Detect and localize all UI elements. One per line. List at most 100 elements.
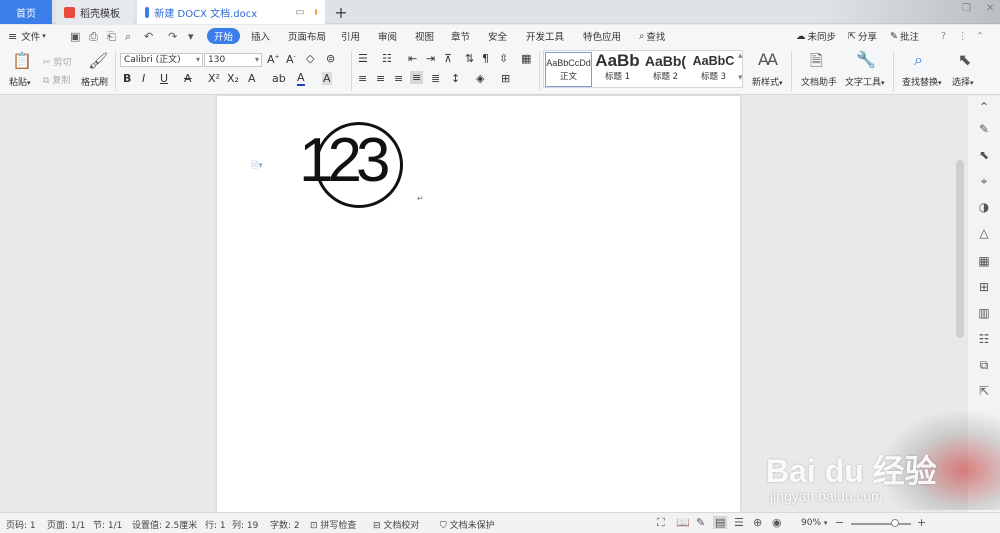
document-page[interactable]: 🗎▾ 123 ↵ <box>217 96 740 512</box>
menu-page-layout[interactable]: 页面布局 <box>288 28 326 44</box>
save-icon[interactable]: ▣ <box>70 30 80 43</box>
copy-button[interactable]: ⧉ 复制 <box>43 73 70 86</box>
style-heading-1[interactable]: AaBb 标题 1 <box>594 52 641 87</box>
cursor-select-icon[interactable]: ⬉ <box>958 50 971 69</box>
menu-search[interactable]: ⌕ 查找 <box>639 28 665 44</box>
collapse-panel-icon[interactable]: ⌃ <box>977 100 991 114</box>
distributed-icon[interactable]: ≣ <box>431 72 440 85</box>
font-color-icon[interactable]: A <box>297 72 305 86</box>
shapes-icon[interactable]: ◑ <box>977 200 991 214</box>
menu-insert[interactable]: 插入 <box>251 28 270 44</box>
location-pin-icon[interactable]: ⌖ <box>977 174 991 189</box>
zoom-level[interactable]: 90% ▾ <box>801 518 827 528</box>
numbered-list-icon[interactable]: ☷ <box>382 52 392 65</box>
status-pages[interactable]: 页面: 1/1 <box>47 518 85 531</box>
table-icon[interactable]: ▦ <box>977 254 991 268</box>
tab-home[interactable]: 首页 <box>0 0 52 24</box>
pen-icon[interactable]: ✎ <box>977 122 991 136</box>
char-shading-icon[interactable]: A <box>322 72 332 85</box>
more-options-icon[interactable]: ⋮ <box>958 28 968 44</box>
subscript-icon[interactable]: X₂ <box>227 72 239 85</box>
paragraph-spacing-icon[interactable]: ↕ <box>451 72 460 85</box>
menu-references[interactable]: 引用 <box>341 28 360 44</box>
align-center-icon[interactable]: ≡ <box>376 72 385 85</box>
eye-protect-icon[interactable]: ◉ <box>772 516 782 529</box>
new-style-button[interactable]: 新样式▾ <box>752 75 783 88</box>
bold-icon[interactable]: B <box>123 72 131 85</box>
share-doc-icon[interactable]: ⇱ <box>977 384 991 398</box>
bullet-list-icon[interactable]: ☰ <box>358 52 368 65</box>
sort-icon[interactable]: ⇅ <box>465 52 474 65</box>
select-button[interactable]: 选择▾ <box>952 75 974 88</box>
print-preview-icon[interactable]: ⌕ <box>125 30 131 44</box>
status-page-code[interactable]: 页码: 1 <box>6 518 36 531</box>
triangle-icon[interactable]: △ <box>977 226 991 240</box>
menu-security[interactable]: 安全 <box>488 28 507 44</box>
paste-button[interactable]: 粘贴▾ <box>9 75 31 88</box>
style-heading-3[interactable]: AaBbC 标题 3 <box>690 52 737 87</box>
menu-review[interactable]: 审阅 <box>378 28 397 44</box>
shading-icon[interactable]: ◈ <box>476 72 484 85</box>
pointer-icon[interactable]: ⬉ <box>977 148 991 162</box>
menu-developer[interactable]: 开发工具 <box>526 28 564 44</box>
outline-view-icon[interactable]: ☰ <box>734 516 744 529</box>
superscript-icon[interactable]: X² <box>208 72 220 85</box>
magnifier-icon[interactable]: ⌕ <box>914 50 923 70</box>
font-name-select[interactable]: Calibri (正文) ▾ <box>120 53 203 67</box>
decrease-indent-icon[interactable]: ⇤ <box>408 52 417 65</box>
chart-icon[interactable]: ▥ <box>977 306 991 320</box>
share-button[interactable]: ⇱ 分享 <box>848 28 877 44</box>
new-tab-button[interactable]: + <box>331 2 351 22</box>
doc-proof-button[interactable]: ⊟ 文档校对 <box>373 518 419 531</box>
doc-assistant-button[interactable]: 文档助手 <box>801 75 837 88</box>
help-button[interactable]: ? <box>941 28 946 44</box>
style-heading-2[interactable]: AaBb( 标题 2 <box>642 52 689 87</box>
paste-icon[interactable]: 📋 <box>12 51 32 70</box>
zoom-slider-track[interactable] <box>851 523 911 525</box>
justify-icon[interactable]: ≡ <box>410 71 424 84</box>
table-border-icon[interactable]: ▦ <box>521 52 531 65</box>
redo-icon[interactable]: ↷ <box>168 30 177 43</box>
customize-qat-icon[interactable]: ▾ <box>188 30 194 43</box>
text-effect-icon[interactable]: A <box>248 72 256 85</box>
strikethrough-icon[interactable]: A <box>184 72 192 85</box>
status-setting[interactable]: 设置值: 2.5厘米 <box>132 518 197 531</box>
paragraph-marker-icon[interactable]: 🗎▾ <box>251 158 263 174</box>
menu-chapter[interactable]: 章节 <box>451 28 470 44</box>
menu-special[interactable]: 特色应用 <box>583 28 621 44</box>
cut-button[interactable]: ✂ 剪切 <box>43 55 71 68</box>
borders-icon[interactable]: ⊞ <box>501 72 510 85</box>
web-view-icon[interactable]: ⊕ <box>753 516 762 529</box>
tab-document[interactable]: 新建 DOCX 文档.docx ▭ <box>137 0 325 24</box>
new-style-icon[interactable]: Ꜳ <box>758 50 778 69</box>
menu-start[interactable]: 开始 <box>207 28 241 44</box>
status-word-count[interactable]: 字数: 2 <box>270 518 300 531</box>
wrench-icon[interactable]: 🔧 <box>856 50 876 69</box>
doc-protect-button[interactable]: ⛉ 文档未保护 <box>440 518 495 531</box>
zoom-in-icon[interactable]: + <box>917 516 926 529</box>
underline-icon[interactable]: U <box>160 72 168 85</box>
enclosed-characters[interactable]: 123 <box>299 122 419 210</box>
zoom-out-icon[interactable]: − <box>835 516 844 529</box>
write-mode-icon[interactable]: ✎ <box>696 516 705 529</box>
vertical-scrollbar[interactable] <box>956 160 964 338</box>
styles-expand-icon[interactable]: ▾ <box>738 73 743 83</box>
grid-icon[interactable]: ⊞ <box>977 280 991 294</box>
grow-font-icon[interactable]: A+ <box>267 53 280 66</box>
export-pdf-icon[interactable]: ⎙ <box>89 30 98 44</box>
show-marks-icon[interactable]: ¶ <box>482 52 489 65</box>
tab-templates[interactable]: 稻壳模板 <box>56 0 134 24</box>
increase-indent-icon[interactable]: ⇥ <box>426 52 435 65</box>
font-size-select[interactable]: 130 ▾ <box>204 53 262 67</box>
format-painter-button[interactable]: 格式刷 <box>81 75 108 88</box>
menu-view[interactable]: 视图 <box>415 28 434 44</box>
read-mode-icon[interactable]: 📖 <box>676 516 690 529</box>
collapse-ribbon-icon[interactable]: ⌃ <box>976 28 984 44</box>
clear-format-icon[interactable]: ◇ <box>306 52 314 65</box>
style-normal[interactable]: AaBbCcDd 正文 <box>545 52 592 87</box>
print-icon[interactable]: ⎗ <box>107 30 116 44</box>
page-view-icon[interactable]: ▤ <box>713 516 728 529</box>
text-tools-button[interactable]: 文字工具▾ <box>845 75 885 88</box>
shrink-font-icon[interactable]: A- <box>286 53 296 66</box>
highlight-icon[interactable]: ab <box>272 72 286 85</box>
